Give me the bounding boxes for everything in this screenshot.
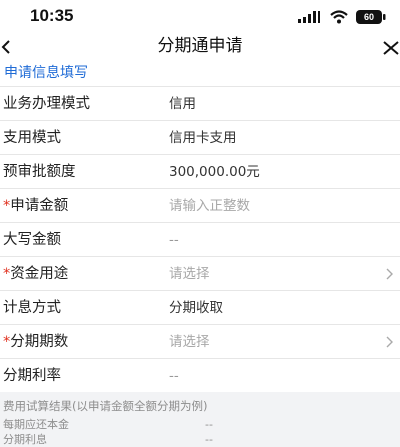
business-mode-label-text: 业务办理模式 — [3, 96, 90, 112]
chevron-right-icon[interactable] — [386, 336, 394, 348]
close-icon[interactable] — [382, 40, 400, 56]
usage-mode-value: 信用卡支用 — [169, 130, 237, 146]
apply-amount-label-text: 申请金额 — [10, 198, 69, 214]
status-time: 10:35 — [30, 6, 74, 25]
signal-icon — [298, 11, 320, 23]
fund-purpose-label-text: 资金用途 — [10, 266, 69, 282]
principal-label: 每期应还本金 — [3, 418, 69, 431]
installment-periods-input[interactable]: 请选择 — [169, 333, 210, 351]
apply-amount-row[interactable]: *申请金额 请输入正整数 — [0, 188, 400, 222]
cost-estimate-title: 费用试算结果(以申请金额全额分期为例) — [3, 399, 208, 413]
application-form: 业务办理模式 信用支用模式 信用卡支用预审批额度 300,000.00元 *申请金额 请输… — [0, 86, 400, 392]
apply-amount-label: *申请金额 — [3, 197, 68, 215]
business-mode-row: 业务办理模式 信用 — [0, 86, 400, 120]
battery-icon: 60 — [356, 10, 386, 24]
preapproved-limit-label: 预审批额度 — [3, 163, 76, 181]
preapproved-limit-row: 预审批额度 300,000.00元 — [0, 154, 400, 188]
installment-periods-label: *分期期数 — [3, 333, 68, 351]
installment-rate-label: 分期利率 — [3, 367, 61, 385]
amount-in-words-label-text: 大写金额 — [3, 232, 61, 248]
cost-estimate: 费用试算结果(以申请金额全额分期为例) 每期应还本金 -- 分期利息 -- — [0, 396, 400, 446]
interest-label: 分期利息 — [3, 433, 47, 446]
fund-purpose-label: *资金用途 — [3, 265, 68, 283]
battery-level: 60 — [363, 12, 374, 22]
installment-rate-row: 分期利率 -- — [0, 358, 400, 392]
interest-method-row: 计息方式 分期收取 — [0, 290, 400, 324]
section-header: 申请信息填写 — [0, 60, 400, 86]
business-mode-label: 业务办理模式 — [3, 95, 90, 113]
amount-in-words-value: -- — [169, 232, 179, 248]
section-title: 申请信息填写 — [4, 65, 88, 81]
preapproved-limit-value: 300,000.00元 — [169, 164, 260, 180]
interest-value: -- — [205, 433, 213, 446]
interest-method-label-text: 计息方式 — [3, 300, 61, 316]
nav-bar: 分期通申请 — [0, 34, 400, 60]
usage-mode-row: 支用模式 信用卡支用 — [0, 120, 400, 154]
amount-in-words-row: 大写金额 -- — [0, 222, 400, 256]
preapproved-limit-label-text: 预审批额度 — [3, 164, 76, 180]
chevron-right-icon[interactable] — [386, 268, 394, 280]
page-title: 分期通申请 — [157, 36, 243, 56]
business-mode-value: 信用 — [169, 96, 196, 112]
installment-periods-row[interactable]: *分期期数 请选择 — [0, 324, 400, 358]
interest-method-value: 分期收取 — [169, 300, 223, 316]
fund-purpose-row[interactable]: *资金用途 请选择 — [0, 256, 400, 290]
apply-amount-input[interactable]: 请输入正整数 — [169, 197, 250, 215]
interest-method-label: 计息方式 — [3, 299, 61, 317]
installment-rate-label-text: 分期利率 — [3, 368, 61, 384]
usage-mode-label-text: 支用模式 — [3, 130, 61, 146]
installment-rate-value: -- — [169, 368, 179, 384]
status-bar: 10:35 60 — [0, 0, 400, 34]
amount-in-words-label: 大写金额 — [3, 231, 61, 249]
fund-purpose-input[interactable]: 请选择 — [169, 265, 210, 283]
installment-periods-label-text: 分期期数 — [10, 334, 69, 350]
wifi-icon — [330, 10, 348, 24]
usage-mode-label: 支用模式 — [3, 129, 61, 147]
principal-value: -- — [205, 418, 213, 431]
